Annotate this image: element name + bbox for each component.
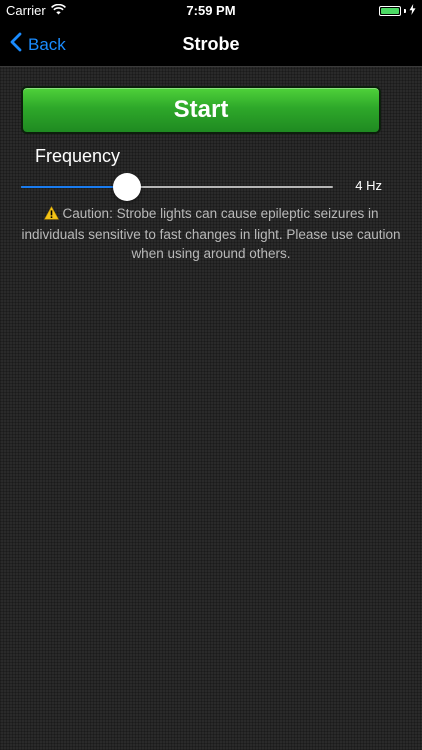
warning-icon (43, 206, 59, 225)
caution-message: Caution: Strobe lights can cause epilept… (12, 204, 410, 263)
status-time: 7:59 PM (186, 3, 236, 18)
battery-tip (404, 8, 406, 13)
battery-icon (379, 5, 401, 16)
status-right (379, 3, 416, 18)
frequency-slider[interactable] (21, 172, 333, 202)
charging-bolt-icon (409, 3, 416, 18)
page-title: Strobe (182, 34, 240, 54)
navigation-bar: Back Strobe (0, 22, 422, 67)
status-bar: Carrier 7:59 PM (0, 0, 422, 22)
slider-fill (21, 186, 127, 188)
slider-thumb[interactable] (113, 173, 141, 201)
frequency-label: Frequency (35, 146, 121, 166)
start-button[interactable]: Start (21, 86, 381, 134)
caution-text: Caution: Strobe lights can cause epilept… (21, 206, 401, 261)
frequency-value: 4 Hz (355, 178, 382, 193)
battery-fill (381, 7, 399, 14)
